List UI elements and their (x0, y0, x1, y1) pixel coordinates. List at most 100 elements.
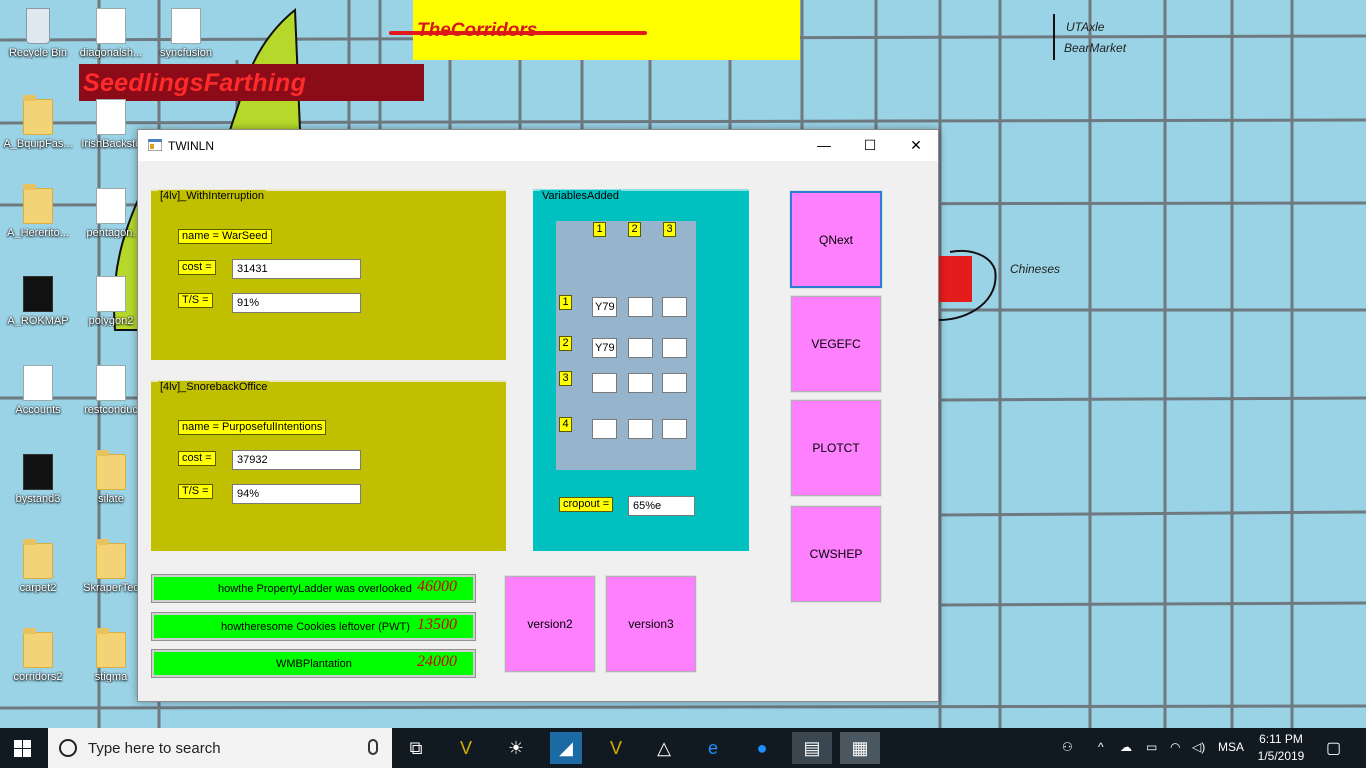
ts-label: T/S = (178, 484, 213, 499)
recycle-bin-icon (26, 8, 50, 44)
notifications-icon[interactable]: ▢ (1326, 738, 1341, 758)
ts-input[interactable]: 91% (232, 293, 361, 313)
desktop-icon-label: corridors2 (13, 671, 63, 683)
ts-input[interactable]: 94% (232, 484, 361, 504)
group-legend: [4lv]_SnorebackOffice (158, 381, 270, 393)
cell-3-3[interactable] (662, 373, 687, 393)
cell-2-1[interactable]: Y79 (592, 338, 617, 358)
doc-app-icon[interactable]: ▤ (792, 732, 832, 764)
search-placeholder: Type here to search (88, 740, 221, 757)
cell-2-2[interactable] (628, 338, 653, 358)
group-with-interruption: [4lv]_WithInterruption name = WarSeed co… (151, 189, 506, 360)
cell-3-2[interactable] (628, 373, 653, 393)
group-snoreback-office: [4lv]_SnorebackOffice name = PurposefulI… (151, 380, 506, 551)
desktop-icon-a-bquipfas[interactable]: A_BquipFas... (0, 95, 76, 150)
delta-icon[interactable]: △ (648, 732, 680, 764)
property-ladder-bar[interactable]: howthe PropertyLadder was overlooked 460… (151, 574, 476, 603)
row-header: 4 (559, 417, 572, 432)
cell-1-3[interactable] (662, 297, 687, 317)
map-label-bearmarket: BearMarket (1064, 41, 1127, 55)
desktop-icon-accounts[interactable]: Accounts (0, 365, 76, 416)
battery-icon[interactable]: ▭ (1146, 740, 1157, 754)
cropout-input[interactable]: 65%e (628, 496, 695, 516)
chat-icon[interactable]: ● (746, 732, 778, 764)
version3-button[interactable]: version3 (605, 575, 697, 673)
desktop-icon-a-rokmap[interactable]: A_ROKMAP (0, 276, 76, 327)
qnext-button[interactable]: QNext (789, 190, 883, 289)
cloud-icon[interactable]: ☁ (1120, 740, 1132, 754)
cost-label: cost = (178, 451, 216, 466)
vegefc-button[interactable]: VEGEFC (790, 295, 882, 393)
group-variables-added: VariablesAdded 1 2 3 1 2 3 4 Y79 Y79 cro… (533, 189, 749, 551)
triangle-app-icon[interactable]: ◢ (550, 732, 582, 764)
wifi-icon[interactable]: ◠ (1170, 740, 1180, 754)
version2-button[interactable]: version2 (504, 575, 596, 673)
twinln-window: TWINLN — ☐ ✕ [4lv]_WithInterruption name… (137, 129, 939, 702)
cell-4-3[interactable] (662, 419, 687, 439)
cost-input[interactable]: 37932 (232, 450, 361, 470)
desktop-icon-label: syncfusion (160, 47, 212, 59)
task-view-icon[interactable]: ⧉ (400, 732, 432, 764)
cost-input[interactable]: 31431 (232, 259, 361, 279)
desktop-icon-label: bystand3 (15, 493, 61, 505)
desktop-icon-carpet2[interactable]: carpet2 (0, 539, 76, 594)
column-header: 3 (663, 222, 676, 237)
desktop-icon-diagonalsh[interactable]: diagonalsh... (73, 8, 149, 59)
desktop-icon-a-hererito[interactable]: A_Hererito... (0, 184, 76, 239)
cropout-label: cropout = (559, 497, 614, 512)
bar-text: howtheresome Cookies leftover (PWT) (221, 621, 410, 633)
desktop-icon-bystand3[interactable]: bystand3 (0, 454, 76, 505)
people-icon[interactable]: ⚇ (1062, 740, 1073, 754)
document-icon (96, 99, 126, 135)
document-icon (171, 8, 201, 44)
plotct-button[interactable]: PLOTCT (790, 399, 882, 497)
folder-icon (23, 628, 53, 668)
input-language[interactable]: MSA (1218, 740, 1244, 754)
windows-start-icon[interactable] (14, 740, 31, 757)
folder-icon (23, 539, 53, 579)
wmb-plantation-bar[interactable]: WMBPlantation 24000 (151, 649, 476, 678)
banner-seedlings-farthing-text: SeedlingsFarthing (83, 69, 307, 97)
vectorworks-icon[interactable]: V (450, 732, 482, 764)
bulb-icon[interactable]: ☀ (500, 732, 532, 764)
row-header: 2 (559, 336, 572, 351)
minimize-button[interactable]: — (801, 130, 847, 161)
maximize-button[interactable]: ☐ (847, 130, 893, 161)
desktop-icon-syncfusion[interactable]: syncfusion (148, 8, 224, 59)
column-header: 2 (628, 222, 641, 237)
document-icon (23, 365, 53, 401)
cost-label: cost = (178, 260, 216, 275)
close-button[interactable]: ✕ (893, 130, 939, 161)
desktop-icon-label: Recycle Bin (8, 47, 68, 59)
folder-icon (96, 628, 126, 668)
cell-1-2[interactable] (628, 297, 653, 317)
banner-the-corridors: TheCorridors (389, 0, 800, 60)
taskbar-search-box[interactable]: Type here to search (48, 728, 392, 768)
folder-icon (23, 95, 53, 135)
desktop-icon-label: carpet2 (19, 582, 57, 594)
cell-2-3[interactable] (662, 338, 687, 358)
microphone-icon[interactable] (368, 739, 378, 755)
desktop-icon-corridors2[interactable]: corridors2 (0, 628, 76, 683)
chevron-up-icon[interactable]: ^ (1098, 740, 1104, 754)
map-label-chineses: Chineses (1010, 262, 1061, 276)
volume-icon[interactable]: ◁) (1192, 740, 1205, 754)
cookies-leftover-bar[interactable]: howtheresome Cookies leftover (PWT) 1350… (151, 612, 476, 641)
desktop-icon-recycle-bin[interactable]: Recycle Bin (0, 8, 76, 59)
bar-value: 24000 (417, 653, 457, 670)
desktop-icon-label: Accounts (15, 404, 61, 416)
cell-3-1[interactable] (592, 373, 617, 393)
cell-1-1[interactable]: Y79 (592, 297, 617, 317)
title-bar[interactable]: TWINLN — ☐ ✕ (138, 130, 938, 161)
cell-4-1[interactable] (592, 419, 617, 439)
folder-icon (96, 539, 126, 579)
cwshep-button[interactable]: CWSHEP (790, 505, 882, 603)
vectorworks2-icon[interactable]: V (600, 732, 632, 764)
form-app-icon[interactable]: ▦ (840, 732, 880, 764)
taskbar: Type here to search ⧉ V ☀ ◢ V △ e ● ▤ ▦ … (0, 728, 1366, 768)
edge-icon[interactable]: e (697, 732, 729, 764)
cell-4-2[interactable] (628, 419, 653, 439)
folder-icon (23, 184, 53, 224)
clock[interactable]: 6:11 PM 1/5/2019 (1252, 731, 1310, 765)
cortana-icon (59, 739, 77, 757)
